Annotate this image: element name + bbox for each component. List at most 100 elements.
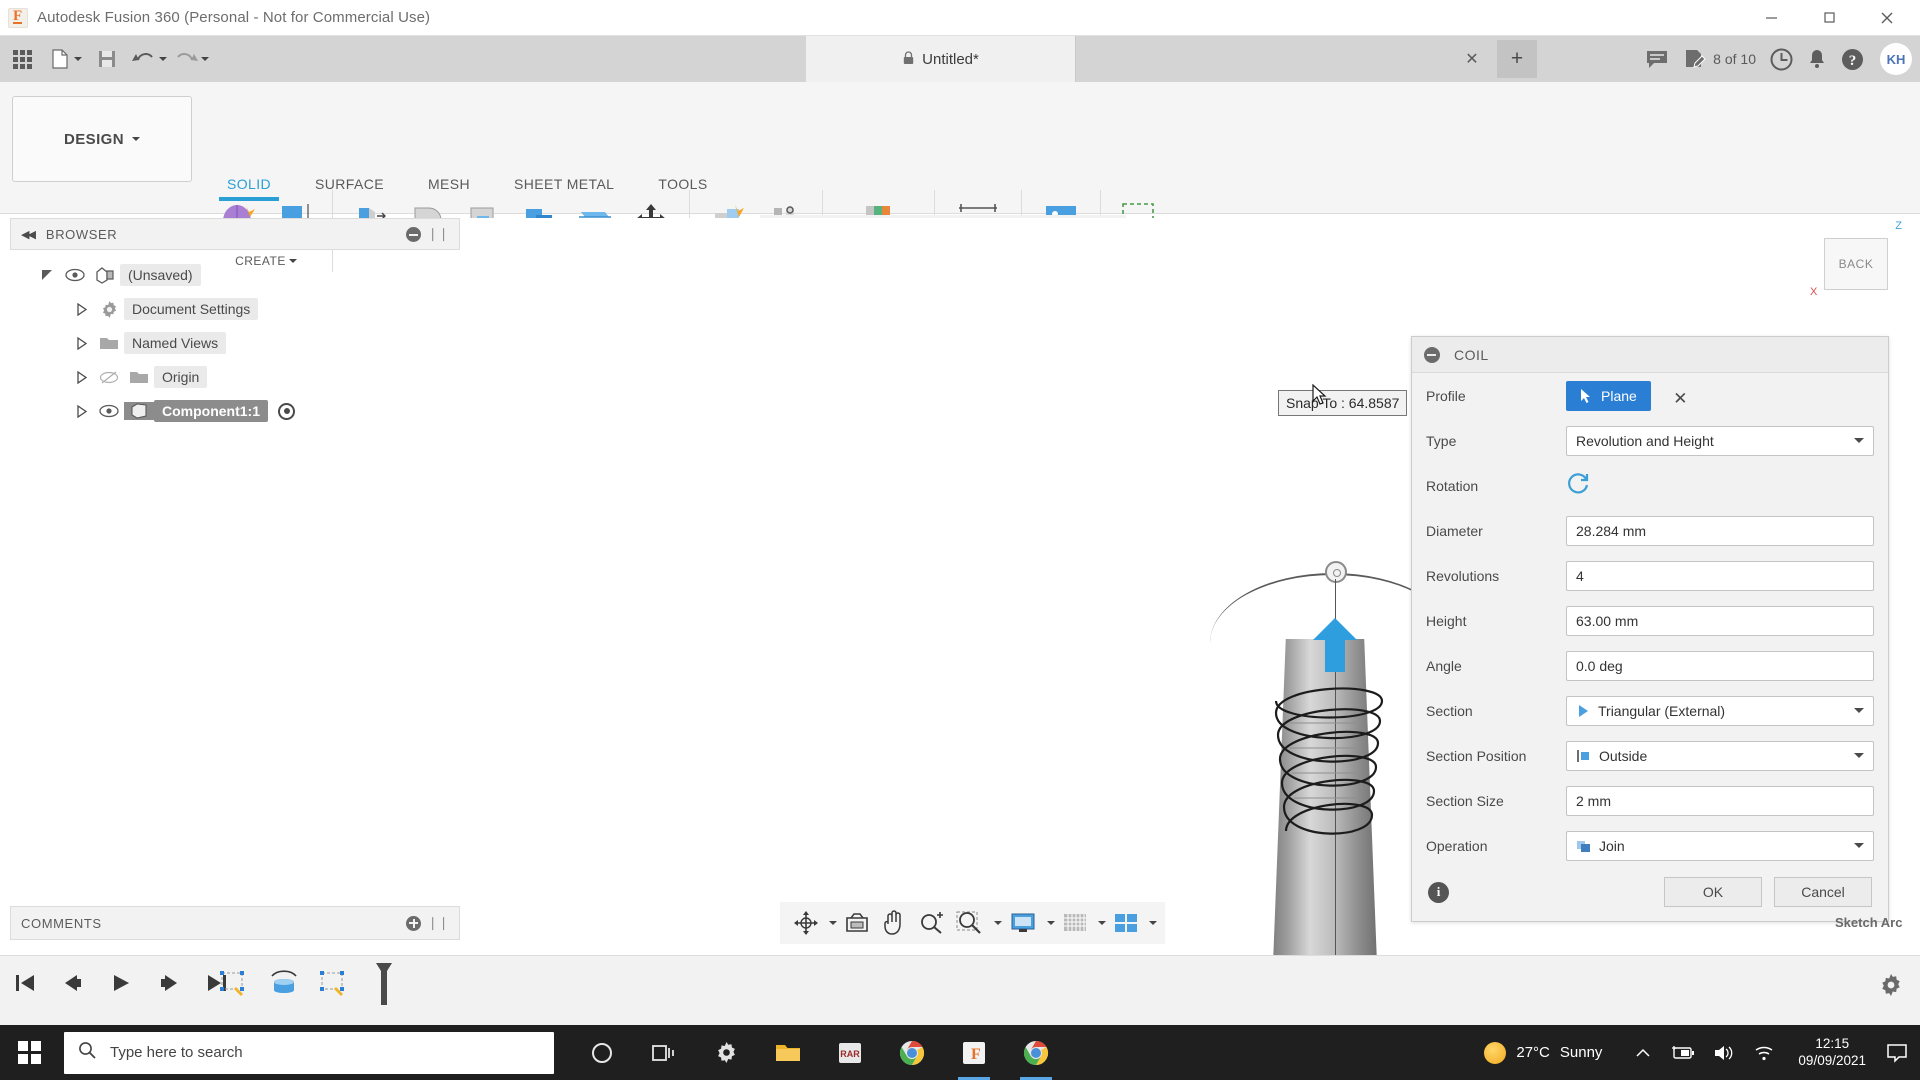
height-direction-arrow[interactable] [1313, 618, 1357, 672]
height-input[interactable]: 63.00 mm [1566, 605, 1874, 636]
fusion360-window: Autodesk Fusion 360 (Personal - Not for … [0, 0, 1920, 1080]
expand-triangle-icon[interactable] [68, 404, 94, 418]
recent-activity-icon[interactable] [1770, 48, 1793, 71]
collapse-left-icon[interactable]: ◀◀ [21, 228, 36, 241]
comments-resize-handle[interactable]: ❘❘ [427, 915, 449, 931]
job-status-button[interactable]: 8 of 10 [1683, 48, 1756, 70]
chevron-down-icon[interactable] [1149, 921, 1157, 925]
chrome-icon[interactable] [886, 1025, 938, 1080]
field-section-position: Section Position Outside [1412, 733, 1888, 778]
look-at-icon[interactable] [839, 905, 875, 941]
arc-handle-top[interactable] [1325, 561, 1347, 583]
view-cube-face[interactable]: BACK [1824, 238, 1888, 290]
workspace-selector[interactable]: DESIGN [12, 96, 192, 182]
chrome2-taskbar-icon[interactable] [1010, 1025, 1062, 1080]
section-dropdown[interactable]: Triangular (External) [1566, 695, 1874, 726]
add-comment-icon[interactable] [406, 915, 422, 931]
tree-node-component1[interactable]: Component1:1 [10, 394, 460, 428]
timeline-step-back-button[interactable] [56, 966, 90, 1000]
new-tab-button[interactable]: + [1497, 40, 1537, 78]
task-view-icon[interactable] [638, 1025, 690, 1080]
comments-panel-header[interactable]: COMMENTS ❘❘ [10, 906, 460, 940]
browser-resize-handle[interactable]: ❘❘ [427, 226, 449, 242]
section-size-input[interactable]: 2 mm [1566, 785, 1874, 816]
cancel-button[interactable]: Cancel [1774, 877, 1872, 907]
settings-gear-icon[interactable] [700, 1025, 752, 1080]
section-position-dropdown[interactable]: Outside [1566, 740, 1874, 771]
weather-widget[interactable]: 27°C Sunny [1484, 1041, 1602, 1064]
timeline-play-button[interactable] [104, 966, 138, 1000]
info-icon[interactable]: i [1428, 881, 1449, 903]
chevron-down-icon[interactable] [829, 921, 837, 925]
minimize-button[interactable] [1742, 0, 1800, 36]
timeline-sketch-feature-2[interactable] [312, 964, 356, 1004]
revolutions-input[interactable]: 4 [1566, 560, 1874, 591]
chevron-down-icon[interactable] [1047, 921, 1055, 925]
angle-input[interactable]: 0.0 deg [1566, 650, 1874, 681]
view-cube[interactable]: Z X BACK [1810, 220, 1910, 310]
action-center-icon[interactable] [1880, 1043, 1914, 1063]
taskbar-search-box[interactable]: Type here to search [64, 1031, 554, 1074]
timeline-step-forward-button[interactable] [152, 966, 186, 1000]
new-file-button[interactable] [44, 36, 86, 82]
notifications-bell-icon[interactable] [1807, 48, 1827, 70]
taskbar-clock[interactable]: 12:15 09/09/2021 [1798, 1036, 1866, 1070]
select-plane-button[interactable]: Plane [1566, 380, 1651, 411]
redo-button[interactable] [170, 36, 212, 82]
timeline-sketch-feature-1[interactable] [212, 964, 256, 1004]
user-avatar[interactable]: KH [1880, 43, 1912, 75]
clear-profile-button[interactable]: ✕ [1673, 389, 1687, 408]
rotation-direction-icon[interactable] [1566, 471, 1590, 500]
timeline-marker[interactable] [362, 963, 406, 1005]
wifi-icon[interactable] [1753, 1044, 1775, 1062]
document-tab-close-button[interactable]: ✕ [1461, 48, 1483, 70]
start-button[interactable] [0, 1025, 58, 1080]
help-icon[interactable]: ? [1841, 48, 1864, 71]
document-tab[interactable]: Untitled* [806, 36, 1076, 82]
tree-node-named-views[interactable]: Named Views [10, 326, 460, 360]
zoom-window-icon[interactable] [951, 905, 989, 941]
ok-button[interactable]: OK [1664, 877, 1762, 907]
expand-triangle-icon[interactable] [34, 268, 60, 282]
browser-collapse-icon[interactable] [406, 226, 422, 242]
diameter-input[interactable]: 28.284 mm [1566, 515, 1874, 546]
maximize-button[interactable] [1800, 0, 1858, 36]
chevron-down-icon[interactable] [1098, 921, 1106, 925]
display-settings-icon[interactable] [1004, 905, 1042, 941]
visibility-eye-icon[interactable] [94, 404, 124, 418]
cortana-icon[interactable] [576, 1025, 628, 1080]
file-explorer-icon[interactable] [762, 1025, 814, 1080]
type-dropdown[interactable]: Revolution and Height [1566, 425, 1874, 456]
grid-snaps-icon[interactable] [1057, 905, 1093, 941]
app-grid-button[interactable] [0, 36, 44, 82]
volume-icon[interactable] [1713, 1044, 1735, 1062]
fusion360-taskbar-icon[interactable]: F [948, 1025, 1000, 1080]
save-button[interactable] [86, 36, 128, 82]
chevron-down-icon[interactable] [994, 921, 1002, 925]
undo-button[interactable] [128, 36, 170, 82]
winrar-icon[interactable]: RAR [824, 1025, 876, 1080]
dialog-collapse-icon[interactable] [1424, 346, 1440, 363]
expand-triangle-icon[interactable] [68, 370, 94, 384]
zoom-in-icon[interactable] [913, 905, 949, 941]
close-button[interactable] [1858, 0, 1916, 36]
expand-triangle-icon[interactable] [68, 302, 94, 316]
activate-component-radio[interactable] [278, 402, 295, 420]
comments-button[interactable] [1645, 48, 1669, 70]
outside-position-icon [1576, 749, 1591, 763]
tree-node-origin[interactable]: Origin [10, 360, 460, 394]
orbit-icon[interactable] [788, 905, 824, 941]
viewports-icon[interactable] [1108, 905, 1144, 941]
tree-node-document-settings[interactable]: Document Settings [10, 292, 460, 326]
visibility-hidden-eye-icon[interactable] [94, 370, 124, 385]
tray-expand-chevron-icon[interactable] [1635, 1047, 1651, 1059]
timeline-settings-gear-icon[interactable] [1878, 972, 1904, 1003]
battery-charging-icon[interactable] [1669, 1045, 1695, 1061]
expand-triangle-icon[interactable] [68, 336, 94, 350]
operation-dropdown[interactable]: Join [1566, 830, 1874, 861]
visibility-eye-icon[interactable] [60, 268, 90, 282]
timeline-revolve-feature[interactable] [262, 964, 306, 1004]
timeline-jump-start-button[interactable] [8, 966, 42, 1000]
pan-hand-icon[interactable] [877, 905, 911, 941]
tree-node-unsaved[interactable]: (Unsaved) [10, 258, 460, 292]
